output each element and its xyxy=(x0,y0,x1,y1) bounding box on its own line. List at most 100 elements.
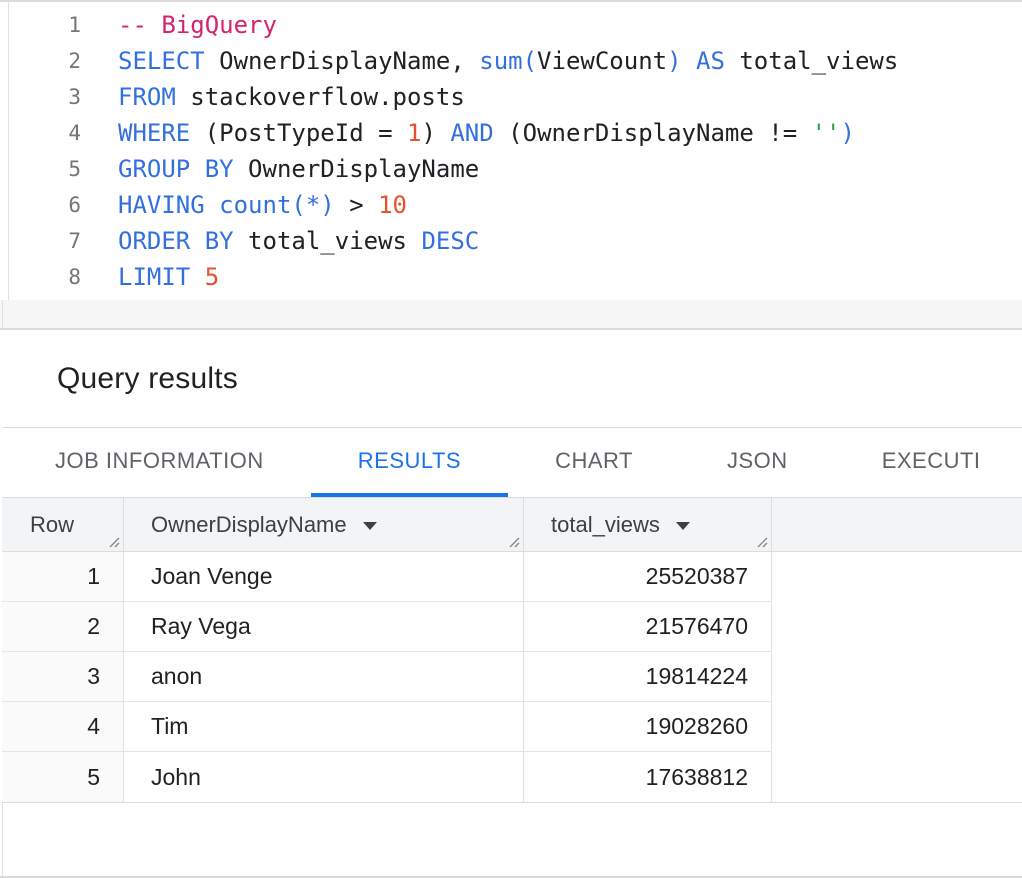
code-token: DESC xyxy=(421,227,479,255)
tab-json[interactable]: JSON xyxy=(680,428,835,497)
column-label: OwnerDisplayName xyxy=(151,512,347,538)
code-area[interactable]: -- BigQuery SELECT OwnerDisplayName, sum(… xyxy=(118,7,1022,295)
line-number: 5 xyxy=(9,151,81,187)
column-header-total-views: total_views xyxy=(523,498,771,551)
code-token: ) xyxy=(667,47,681,75)
code-token: ) xyxy=(421,119,450,147)
code-token: count(*) xyxy=(219,191,335,219)
owner-name-cell: John xyxy=(123,752,523,802)
column-menu-dropdown-icon[interactable] xyxy=(363,522,377,530)
code-line[interactable]: HAVING count(*) > 10 xyxy=(118,187,1022,223)
code-token: AS xyxy=(696,47,725,75)
code-token: LIMIT xyxy=(118,263,190,291)
bigquery-query-panel: 12345678 -- BigQuery SELECT OwnerDisplayN… xyxy=(0,0,1022,878)
total-views-cell: 21576470 xyxy=(523,602,771,652)
code-line[interactable]: FROM stackoverflow.posts xyxy=(118,79,1022,115)
column-resize-handle[interactable] xyxy=(754,534,768,548)
code-token: SELECT xyxy=(118,47,205,75)
code-token xyxy=(190,263,204,291)
code-token: AND xyxy=(450,119,493,147)
code-line[interactable]: GROUP BY OwnerDisplayName xyxy=(118,151,1022,187)
line-number: 2 xyxy=(9,43,81,79)
tab-label: EXECUTI xyxy=(882,448,981,474)
tab-label: JSON xyxy=(727,448,788,474)
tab-results[interactable]: RESULTS xyxy=(311,428,508,497)
code-token: -- BigQuery xyxy=(118,11,277,39)
code-line[interactable]: -- BigQuery xyxy=(118,7,1022,43)
code-token: > xyxy=(335,191,378,219)
code-token: ) xyxy=(841,119,855,147)
table-row: 2Ray Vega21576470 xyxy=(2,602,1022,652)
tab-label: JOB INFORMATION xyxy=(55,448,264,474)
column-resize-handle[interactable] xyxy=(106,534,120,548)
results-table-header: Row OwnerDisplayName total_views xyxy=(2,497,1022,552)
table-row: 4Tim19028260 xyxy=(2,702,1022,752)
line-number: 6 xyxy=(9,187,81,223)
sql-editor[interactable]: 12345678 -- BigQuery SELECT OwnerDisplayN… xyxy=(0,2,1022,300)
editor-gutter: 12345678 xyxy=(9,7,81,295)
filler-cell xyxy=(771,652,1022,702)
code-token: OwnerDisplayName, xyxy=(205,47,480,75)
code-token: sum( xyxy=(479,47,537,75)
query-results-header: Query results xyxy=(2,330,1022,428)
tab-label: CHART xyxy=(555,448,633,474)
column-resize-handle[interactable] xyxy=(506,534,520,548)
code-line[interactable]: ORDER BY total_views DESC xyxy=(118,223,1022,259)
filler-cell xyxy=(771,752,1022,802)
code-token: OwnerDisplayName xyxy=(234,155,480,183)
code-token: WHERE xyxy=(118,119,190,147)
code-line[interactable]: SELECT OwnerDisplayName, sum(ViewCount) … xyxy=(118,43,1022,79)
table-row: 1Joan Venge25520387 xyxy=(2,552,1022,602)
code-token: total_views xyxy=(234,227,422,255)
filler-cell xyxy=(771,702,1022,752)
results-tab-bar: JOB INFORMATION RESULTS CHART JSON EXECUTI xyxy=(2,428,1022,497)
total-views-cell: 17638812 xyxy=(523,752,771,802)
code-token: total_views xyxy=(725,47,898,75)
total-views-cell: 19028260 xyxy=(523,702,771,752)
code-token: ORDER BY xyxy=(118,227,234,255)
line-number: 1 xyxy=(9,7,81,43)
column-header-ownerdisplayname: OwnerDisplayName xyxy=(123,498,523,551)
total-views-cell: 19814224 xyxy=(523,652,771,702)
column-label: Row xyxy=(30,512,74,538)
code-token: '' xyxy=(812,119,841,147)
code-token: stackoverflow.posts xyxy=(176,83,465,111)
column-header-row: Row xyxy=(2,498,123,551)
row-number-cell: 3 xyxy=(2,652,123,702)
line-number: 8 xyxy=(9,259,81,295)
row-number-cell: 2 xyxy=(2,602,123,652)
column-menu-dropdown-icon[interactable] xyxy=(676,522,690,530)
owner-name-cell: Ray Vega xyxy=(123,602,523,652)
table-row: 5John17638812 xyxy=(2,752,1022,802)
owner-name-cell: anon xyxy=(123,652,523,702)
column-header-filler xyxy=(771,498,1022,551)
code-token: 10 xyxy=(378,191,407,219)
page-title: Query results xyxy=(57,362,238,396)
results-table-body: 1Joan Venge255203872Ray Vega215764703ano… xyxy=(2,552,1022,803)
total-views-cell: 25520387 xyxy=(523,552,771,602)
code-line[interactable]: WHERE (PostTypeId = 1) AND (OwnerDisplay… xyxy=(118,115,1022,151)
code-token: ViewCount xyxy=(537,47,667,75)
code-token: HAVING xyxy=(118,191,205,219)
code-token: (OwnerDisplayName != xyxy=(494,119,812,147)
code-token: 1 xyxy=(407,119,421,147)
code-token xyxy=(205,191,219,219)
editor-footer-strip xyxy=(0,300,1022,330)
code-token: FROM xyxy=(118,83,176,111)
row-number-cell: 1 xyxy=(2,552,123,602)
line-number: 4 xyxy=(9,115,81,151)
code-token: GROUP BY xyxy=(118,155,234,183)
tab-executi[interactable]: EXECUTI xyxy=(835,428,1022,497)
tab-chart[interactable]: CHART xyxy=(508,428,680,497)
code-token: 5 xyxy=(205,263,219,291)
code-line[interactable]: LIMIT 5 xyxy=(118,259,1022,295)
owner-name-cell: Tim xyxy=(123,702,523,752)
filler-cell xyxy=(771,552,1022,602)
code-token: (PostTypeId = xyxy=(190,119,407,147)
code-token xyxy=(682,47,696,75)
row-number-cell: 5 xyxy=(2,752,123,802)
tab-label: RESULTS xyxy=(358,448,461,474)
row-number-cell: 4 xyxy=(2,702,123,752)
column-label: total_views xyxy=(551,512,660,538)
tab-job-information[interactable]: JOB INFORMATION xyxy=(8,428,311,497)
